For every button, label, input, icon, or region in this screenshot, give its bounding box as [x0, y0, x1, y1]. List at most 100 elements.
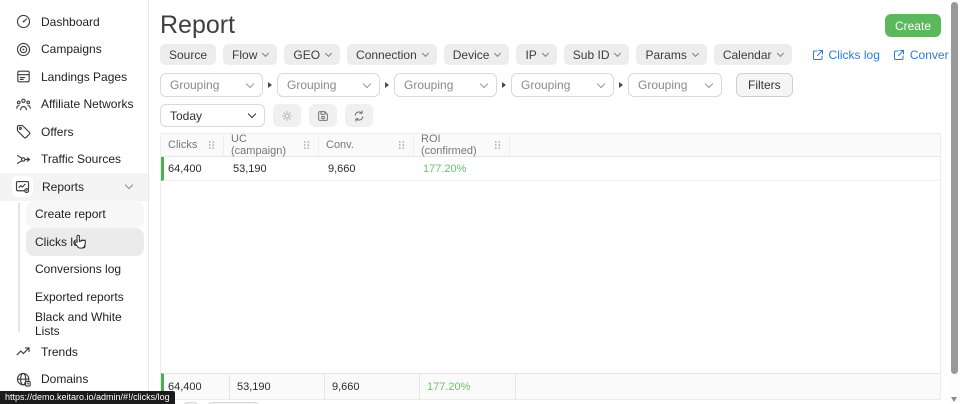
filter-chip-geo[interactable]: GEO — [284, 44, 340, 65]
create-button[interactable]: Create — [885, 14, 941, 37]
chevron-down-icon — [246, 79, 254, 87]
sidebar-item-label: Trends — [41, 345, 78, 359]
filter-chip-source[interactable]: Source — [160, 44, 216, 65]
affiliate-networks-icon — [14, 95, 32, 113]
chevron-down-icon — [692, 49, 699, 56]
chip-label: Params — [645, 48, 686, 62]
column-label: ROI (confirmed) — [421, 133, 494, 157]
sidebar-item-dashboard[interactable]: Dashboard — [0, 8, 148, 36]
scrollbar-down-arrow[interactable] — [951, 397, 957, 402]
grouping-select-5[interactable]: Grouping — [628, 73, 722, 97]
clicks-log-link[interactable]: Clicks log — [812, 48, 880, 62]
filter-chip-device[interactable]: Device — [444, 44, 510, 65]
gear-icon — [280, 109, 294, 123]
sidebar-subitem-label: Black and White Lists — [35, 310, 144, 338]
drag-handle-icon[interactable] — [208, 140, 215, 150]
chevron-down-icon — [597, 79, 605, 87]
filter-chip-calendar[interactable]: Calendar — [714, 44, 792, 65]
offers-icon — [14, 123, 32, 141]
sidebar-item-domains[interactable]: Domains — [0, 366, 148, 394]
cell-clicks: 64,400 — [164, 163, 226, 175]
filter-chip-flow[interactable]: Flow — [223, 44, 277, 65]
sidebar-item-landings-pages[interactable]: Landings Pages — [0, 63, 148, 91]
domains-icon — [14, 370, 32, 388]
trends-icon — [14, 343, 32, 361]
summary-conv: 9,660 — [324, 374, 419, 399]
sidebar-item-create-report[interactable]: Create report — [26, 201, 144, 229]
summary-roi-confirmed: 177.20% — [419, 374, 515, 399]
column-header-roi-confirmed[interactable]: ROI (confirmed) — [413, 134, 509, 156]
sidebar-item-exported-reports[interactable]: Exported reports — [26, 283, 144, 311]
sidebar-item-label: Landings Pages — [41, 70, 127, 84]
sidebar-item-label: Offers — [41, 125, 73, 139]
sidebar-item-trends[interactable]: Trends — [0, 338, 148, 366]
report-table: Clicks UC (campaign) Conv. ROI (confirme… — [160, 133, 941, 400]
campaigns-icon — [14, 40, 32, 58]
chip-label: Device — [453, 48, 490, 62]
reports-submenu: Create report Clicks log Conversions log… — [0, 201, 148, 339]
column-header-conv[interactable]: Conv. — [318, 134, 413, 156]
column-label: Clicks — [168, 139, 197, 151]
cell-uc-campaign: 53,190 — [226, 163, 321, 175]
filter-chip-params[interactable]: Params — [636, 44, 706, 65]
filter-chip-ip[interactable]: IP — [516, 44, 556, 65]
save-icon — [316, 109, 330, 123]
grouping-separator-arrow — [502, 82, 506, 88]
sidebar-item-conversions-log[interactable]: Conversions log — [26, 256, 144, 284]
external-link-icon — [893, 49, 905, 61]
chip-label: Connection — [356, 48, 417, 62]
sidebar-item-affiliate-networks[interactable]: Affiliate Networks — [0, 91, 148, 119]
cell-conv: 9,660 — [321, 163, 416, 175]
sidebar-item-label: Reports — [42, 180, 84, 194]
chevron-down-icon — [614, 49, 621, 56]
column-header-clicks[interactable]: Clicks — [161, 134, 223, 156]
filter-chip-sub-id[interactable]: Sub ID — [564, 44, 630, 65]
chip-label: Calendar — [723, 48, 772, 62]
chevron-down-icon — [248, 110, 256, 118]
chevron-down-icon — [480, 79, 488, 87]
table-row[interactable]: 64,400 53,190 9,660 177.20% — [161, 157, 940, 181]
drag-handle-icon[interactable] — [398, 140, 405, 150]
sidebar-subitem-label: Create report — [35, 207, 106, 221]
drag-handle-icon[interactable] — [494, 140, 501, 150]
sidebar-item-traffic-sources[interactable]: Traffic Sources — [0, 146, 148, 174]
drag-handle-icon[interactable] — [303, 140, 310, 150]
chevron-down-icon — [325, 49, 332, 56]
sidebar-item-black-white-lists[interactable]: Black and White Lists — [26, 311, 144, 339]
grouping-value: Grouping — [521, 78, 570, 92]
link-url-statusbar: https://demo.keitaro.io/admin/#!/clicks/… — [0, 391, 175, 404]
chip-label: Source — [169, 48, 207, 62]
traffic-sources-icon — [14, 150, 32, 168]
chip-label: Sub ID — [573, 48, 610, 62]
date-range-select[interactable]: Today — [160, 104, 265, 127]
external-link-icon — [812, 49, 824, 61]
table-empty-area — [161, 181, 940, 373]
settings-button[interactable] — [273, 104, 301, 127]
column-header-uc-campaign[interactable]: UC (campaign) — [223, 134, 318, 156]
chip-label: Flow — [232, 48, 257, 62]
sidebar-item-campaigns[interactable]: Campaigns — [0, 36, 148, 64]
vertical-scrollbar[interactable] — [949, 0, 960, 404]
grouping-select-3[interactable]: Grouping — [394, 73, 497, 97]
grouping-separator-arrow — [268, 82, 272, 88]
grouping-select-1[interactable]: Grouping — [160, 73, 263, 97]
grouping-value: Grouping — [287, 78, 336, 92]
chip-label: IP — [525, 48, 536, 62]
column-label: Conv. — [326, 139, 354, 151]
sidebar-item-label: Traffic Sources — [41, 152, 121, 166]
grouping-select-2[interactable]: Grouping — [277, 73, 380, 97]
scrollbar-thumb[interactable] — [951, 2, 958, 374]
sidebar-subitem-label: Conversions log — [35, 262, 121, 276]
summary-uc-campaign: 53,190 — [229, 374, 324, 399]
sidebar-item-label: Affiliate Networks — [41, 97, 133, 111]
chevron-down-icon — [705, 79, 713, 87]
refresh-button[interactable] — [345, 104, 373, 127]
sidebar-item-offers[interactable]: Offers — [0, 118, 148, 146]
sidebar-item-label: Domains — [41, 372, 88, 386]
filter-chip-connection[interactable]: Connection — [347, 44, 437, 65]
filters-button[interactable]: Filters — [736, 73, 793, 97]
grouping-select-4[interactable]: Grouping — [511, 73, 614, 97]
sidebar-item-clicks-log[interactable]: Clicks log — [26, 228, 144, 256]
sidebar-item-reports[interactable]: Reports — [0, 173, 148, 201]
save-report-button[interactable] — [309, 104, 337, 127]
